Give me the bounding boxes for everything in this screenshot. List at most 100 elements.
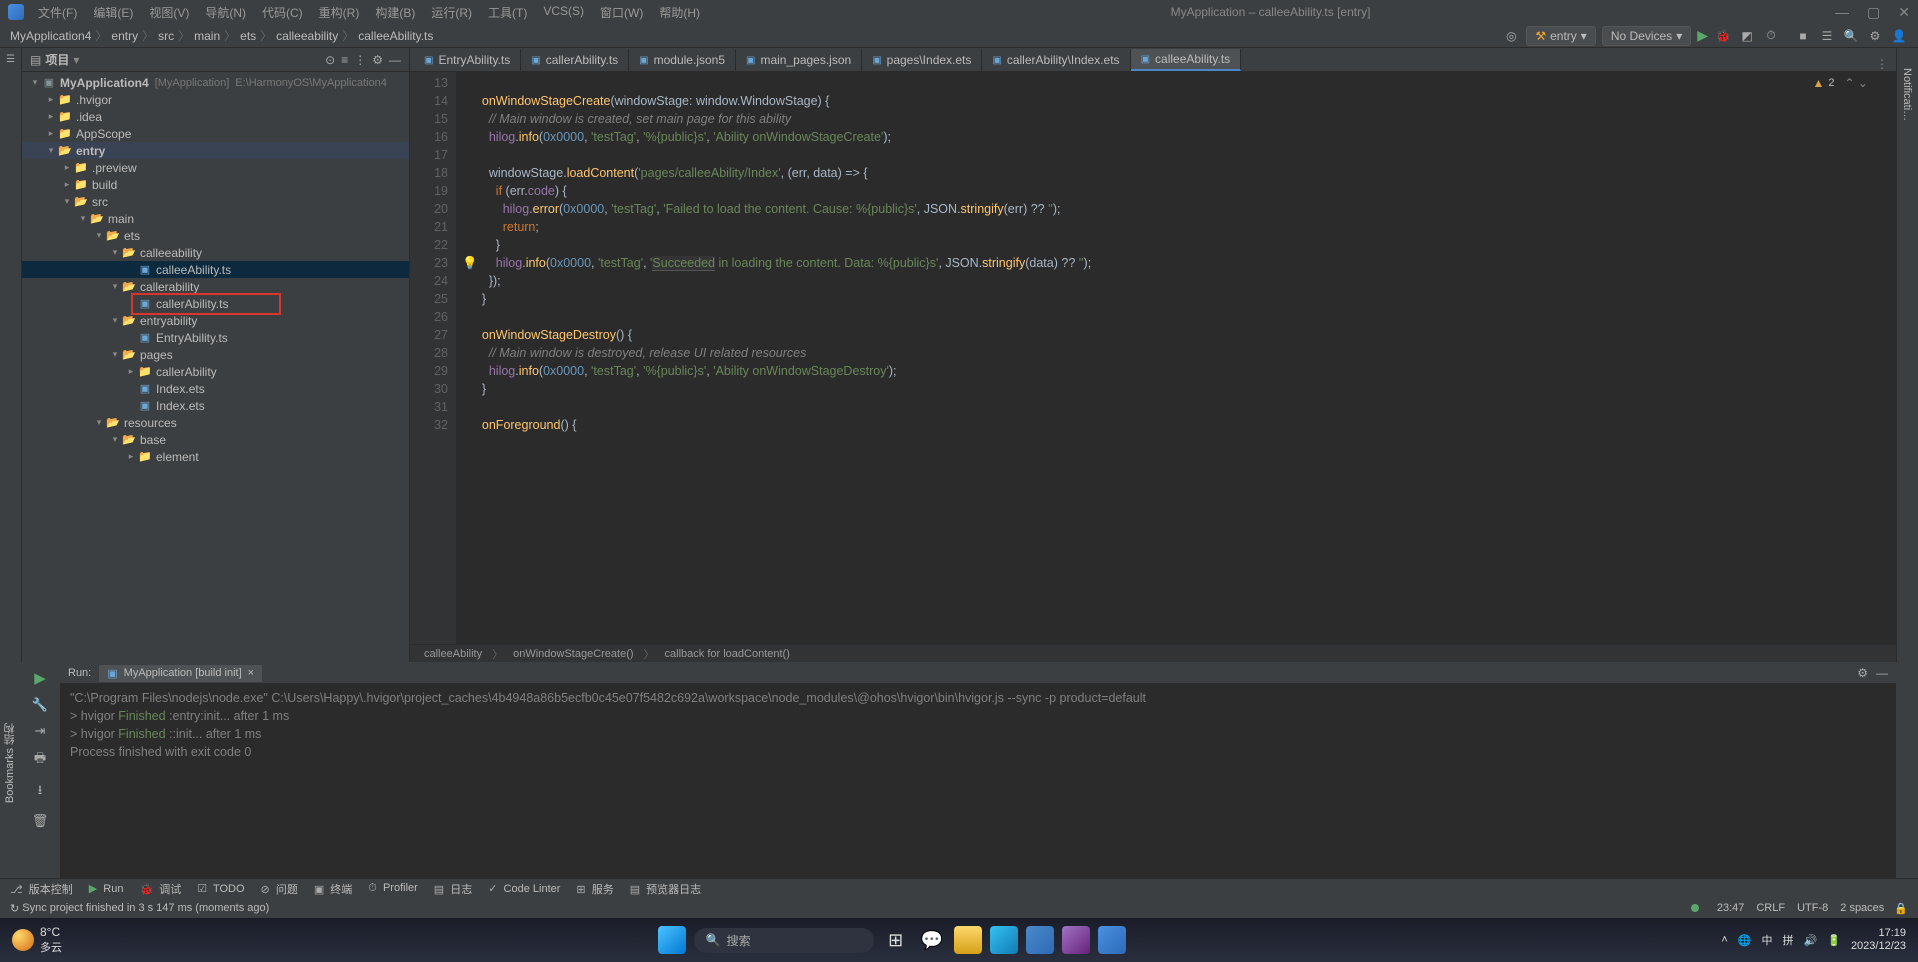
profile-icon[interactable]: ⏱	[1762, 27, 1780, 45]
start-icon[interactable]	[658, 926, 686, 954]
editor-crumb[interactable]: calleeAbility	[424, 648, 482, 660]
notifications-stripe[interactable]: Notificati…	[1901, 68, 1913, 121]
bottom-tool-tab[interactable]: ▶ Run	[89, 882, 124, 895]
tree-row[interactable]: ▾📂entryability	[22, 312, 409, 329]
editor-tab[interactable]: ▣callerAbility.ts	[521, 49, 629, 71]
breadcrumb-item[interactable]: entry	[111, 29, 138, 43]
build-config-dropdown[interactable]: ⚒ entry ▾	[1526, 26, 1595, 46]
tree-row[interactable]: ▣Index.ets	[22, 397, 409, 414]
menu-item[interactable]: VCS(S)	[537, 2, 590, 23]
run-icon[interactable]: ▶	[1697, 27, 1708, 44]
weather-widget[interactable]: 8°C 多云	[12, 925, 62, 955]
ime-mode[interactable]: 拼	[1783, 932, 1794, 948]
bottom-tool-tab[interactable]: ▤ 预览器日志	[630, 881, 701, 897]
tree-row[interactable]: ▣calleeAbility.ts	[22, 261, 409, 278]
collapse-icon[interactable]: ⋮	[354, 53, 366, 67]
tree-root[interactable]: ▾ ▣ MyApplication4 [MyApplication] E:\Ha…	[22, 74, 409, 91]
breadcrumb-item[interactable]: MyApplication4	[10, 29, 91, 43]
step-icon[interactable]: ⇥	[35, 723, 46, 739]
breadcrumb-item[interactable]: main	[194, 29, 220, 43]
bottom-tool-tab[interactable]: ⊘ 问题	[261, 881, 298, 897]
editor-tab[interactable]: ▣EntryAbility.ts	[414, 49, 521, 71]
line-gutter[interactable]: 1314151617181920212223💡24252627282930313…	[410, 72, 456, 644]
menu-item[interactable]: 工具(T)	[482, 2, 533, 23]
tree-row[interactable]: ▾📂resources	[22, 414, 409, 431]
battery-icon[interactable]: 🔋	[1827, 934, 1841, 947]
tree-row[interactable]: ▸📁.idea	[22, 108, 409, 125]
ime-lang[interactable]: 中	[1762, 932, 1773, 948]
menu-item[interactable]: 代码(C)	[256, 2, 309, 23]
console-output[interactable]: "C:\Program Files\nodejs\node.exe" C:\Us…	[60, 683, 1896, 878]
device-dropdown[interactable]: No Devices ▾	[1602, 26, 1691, 46]
bottom-tool-tab[interactable]: ⎇ 版本控制	[10, 881, 73, 897]
menu-item[interactable]: 窗口(W)	[594, 2, 649, 23]
breadcrumb-item[interactable]: calleeAbility.ts	[358, 29, 433, 43]
project-tree[interactable]: ▾ ▣ MyApplication4 [MyApplication] E:\Ha…	[22, 72, 409, 662]
print-icon[interactable]: 🖶	[34, 749, 46, 771]
menu-item[interactable]: 文件(F)	[32, 2, 83, 23]
menu-item[interactable]: 重构(R)	[313, 2, 366, 23]
tabs-more-icon[interactable]: ⋮	[1868, 57, 1896, 71]
chevron-up-icon[interactable]: ˄	[1721, 934, 1727, 946]
tree-row[interactable]: ▾📂pages	[22, 346, 409, 363]
bottom-tool-tab[interactable]: ☑ TODO	[197, 882, 244, 895]
system-tray[interactable]: ˄ 🌐 中 拼 🔊 🔋 17:19 2023/12/23	[1721, 927, 1906, 953]
menu-item[interactable]: 帮助(H)	[653, 2, 706, 23]
filter-icon[interactable]: ⭳	[38, 781, 43, 803]
structure-icon[interactable]: ☰	[1818, 27, 1836, 45]
minimize-icon[interactable]: —	[1876, 666, 1888, 680]
rerun-icon[interactable]: ▶	[34, 669, 46, 687]
bottom-tool-tab[interactable]: ▤ 日志	[434, 881, 472, 897]
tree-row[interactable]: ▾📂callerability	[22, 278, 409, 295]
vs-icon[interactable]	[1062, 926, 1090, 954]
wrench-icon[interactable]: 🔧	[32, 697, 48, 713]
lock-icon[interactable]: 🔒	[1894, 902, 1908, 915]
breadcrumb-item[interactable]: ets	[240, 29, 256, 43]
tree-row[interactable]: ▸📁.hvigor	[22, 91, 409, 108]
hide-icon[interactable]: —	[389, 53, 401, 67]
tree-row[interactable]: ▸📁callerAbility	[22, 363, 409, 380]
status-indent[interactable]: 2 spaces	[1840, 902, 1884, 914]
expand-icon[interactable]: ≡	[341, 53, 348, 67]
breadcrumb-item[interactable]: src	[158, 29, 174, 43]
tree-row[interactable]: ▣EntryAbility.ts	[22, 329, 409, 346]
settings-icon[interactable]: ⚙	[1857, 666, 1868, 680]
store-icon[interactable]	[1026, 926, 1054, 954]
wifi-icon[interactable]: 🌐	[1738, 934, 1752, 947]
tree-row[interactable]: ▣Index.ets	[22, 380, 409, 397]
taskbar-search[interactable]: 🔍 搜索	[694, 928, 874, 953]
tree-row[interactable]: ▸📁AppScope	[22, 125, 409, 142]
breadcrumb-item[interactable]: calleeability	[276, 29, 338, 43]
chevron-down-icon[interactable]: ▾	[73, 53, 79, 67]
close-icon[interactable]: ✕	[1898, 4, 1910, 21]
trash-icon[interactable]: 🗑	[32, 813, 49, 829]
project-stripe-icon[interactable]: ☰	[6, 54, 15, 65]
tree-row[interactable]: ▾📂src	[22, 193, 409, 210]
editor-tab[interactable]: ▣main_pages.json	[736, 49, 862, 71]
menu-item[interactable]: 导航(N)	[199, 2, 252, 23]
menu-item[interactable]: 运行(R)	[425, 2, 478, 23]
tree-row[interactable]: ▾📂main	[22, 210, 409, 227]
tree-row[interactable]: ▾📂calleeability	[22, 244, 409, 261]
tree-row[interactable]: ▸📁build	[22, 176, 409, 193]
explorer-icon[interactable]	[954, 926, 982, 954]
editor-crumb[interactable]: onWindowStageCreate()	[513, 648, 633, 660]
volume-icon[interactable]: 🔊	[1804, 934, 1818, 947]
bookmarks-stripe[interactable]: Bookmarks 结构	[2, 723, 18, 803]
editor-tab[interactable]: ▣pages\Index.ets	[862, 49, 982, 71]
tree-row[interactable]: ▣callerAbility.ts	[22, 295, 409, 312]
close-icon[interactable]: ×	[248, 667, 254, 679]
settings-icon[interactable]: ⚙	[372, 53, 383, 67]
bottom-tool-tab[interactable]: ⊞ 服务	[576, 881, 613, 897]
search-icon[interactable]: 🔍	[1842, 27, 1860, 45]
sync-icon[interactable]: ◎	[1502, 27, 1520, 45]
bottom-tool-tab[interactable]: ⏱ Profiler	[368, 882, 418, 895]
menu-item[interactable]: 构建(B)	[369, 2, 421, 23]
edge-icon[interactable]	[990, 926, 1018, 954]
menu-item[interactable]: 编辑(E)	[87, 2, 139, 23]
status-encoding[interactable]: UTF-8	[1797, 902, 1828, 914]
bottom-tool-tab[interactable]: ▣ 终端	[314, 881, 352, 897]
settings-icon[interactable]: ⚙	[1866, 27, 1884, 45]
editor-tab[interactable]: ▣calleeAbility.ts	[1131, 49, 1242, 71]
tree-row[interactable]: ▾📂entry	[22, 142, 409, 159]
